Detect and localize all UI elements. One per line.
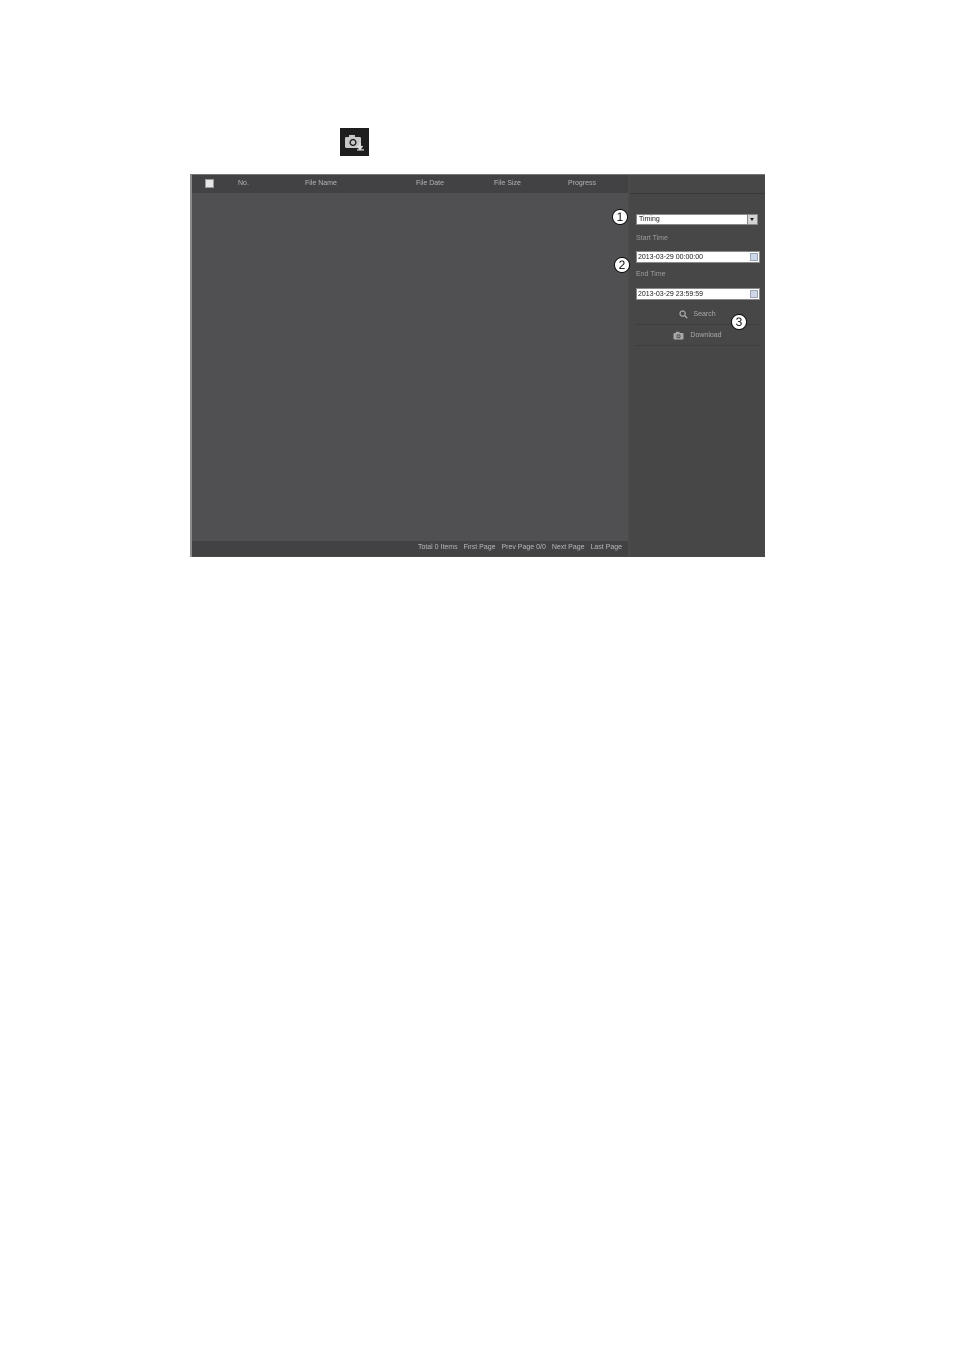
file-type-value: Timing — [639, 216, 660, 223]
search-label: Search — [693, 311, 716, 318]
end-time-input[interactable]: 2013-03-29 23:59:59 — [636, 288, 760, 300]
col-file-date[interactable]: File Date — [416, 180, 444, 187]
total-items: Total 0 Items — [417, 544, 458, 551]
download-label: Download — [690, 332, 722, 339]
col-no[interactable]: No. — [238, 180, 249, 187]
callout-3: 3 — [731, 314, 747, 330]
calendar-icon[interactable] — [750, 290, 758, 298]
first-page-link[interactable]: First Page — [464, 544, 496, 551]
col-progress[interactable]: Progress — [568, 180, 596, 187]
last-page-link[interactable]: Last Page — [590, 544, 622, 551]
select-all-checkbox[interactable] — [205, 179, 214, 188]
pagination-bar: Total 0 Items First Page Prev Page 0/0 Ne… — [192, 541, 628, 556]
calendar-icon[interactable] — [750, 253, 758, 261]
camera-icon — [673, 331, 684, 340]
prev-page-link[interactable]: Prev Page — [501, 544, 534, 551]
search-icon — [679, 310, 689, 319]
file-type-select[interactable]: Timing — [636, 214, 758, 225]
end-time-value: 2013-03-29 23:59:59 — [638, 291, 703, 298]
camera-download-icon — [340, 128, 369, 156]
end-time-label: End Time — [636, 271, 666, 278]
start-time-value: 2013-03-29 00:00:00 — [638, 254, 703, 261]
chevron-down-icon[interactable] — [747, 215, 757, 224]
callout-2: 2 — [614, 257, 630, 273]
callout-1: 1 — [612, 209, 628, 225]
file-list-panel: No. File Name File Date File Size Progre… — [192, 175, 628, 556]
file-table-header: No. File Name File Date File Size Progre… — [192, 175, 628, 193]
start-time-input[interactable]: 2013-03-29 00:00:00 — [636, 251, 760, 263]
col-file-size[interactable]: File Size — [494, 180, 521, 187]
start-time-label: Start Time — [636, 235, 668, 242]
search-panel: Timing Start Time 2013-03-29 00:00:00 En… — [630, 175, 765, 556]
page-indicator: 0/0 — [536, 544, 546, 551]
picture-download-window: No. File Name File Date File Size Progre… — [190, 174, 765, 557]
next-page-link[interactable]: Next Page — [552, 544, 585, 551]
col-file-name[interactable]: File Name — [305, 180, 337, 187]
panel-divider — [630, 193, 765, 194]
